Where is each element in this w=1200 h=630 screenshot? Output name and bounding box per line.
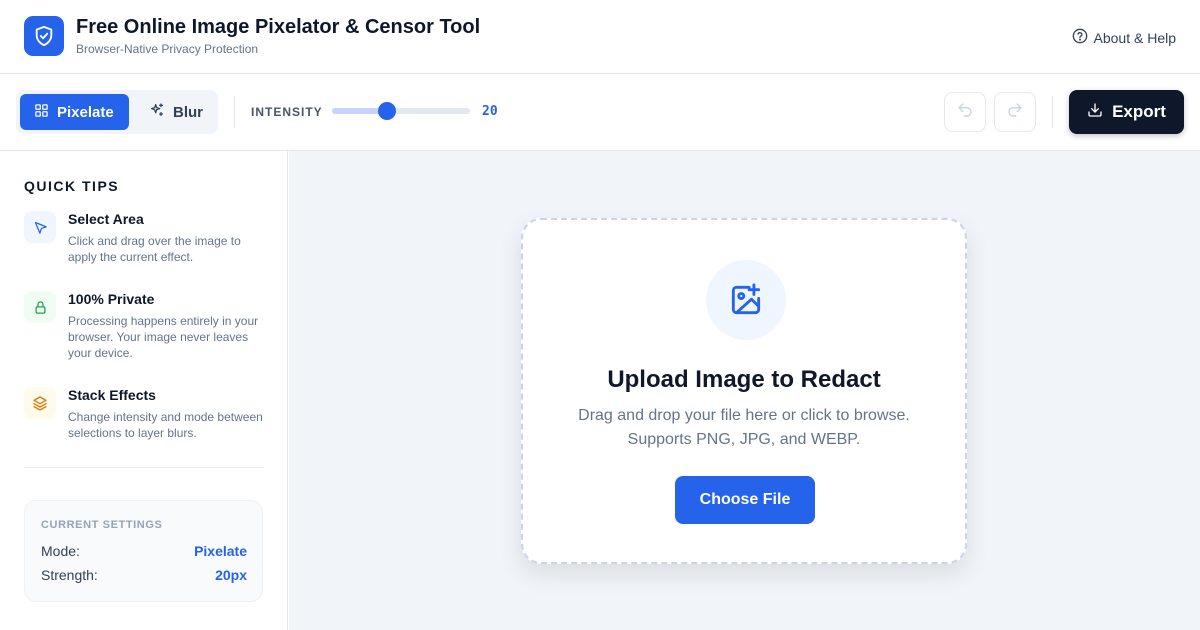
app-title: Free Online Image Pixelator & Censor Too… — [76, 16, 481, 38]
layers-icon — [24, 387, 56, 419]
tip-title: Stack Effects — [68, 387, 156, 403]
grid-icon — [34, 103, 49, 122]
tip-private: 100% Private Processing happens entirely… — [24, 291, 264, 367]
app-header: Free Online Image Pixelator & Censor Too… — [0, 0, 1200, 74]
redo-icon — [1006, 101, 1024, 124]
blur-mode-label: Blur — [173, 103, 203, 121]
export-button[interactable]: Export — [1069, 90, 1184, 134]
tip-body: Change intensity and mode between select… — [68, 410, 263, 440]
tip-title: 100% Private — [68, 291, 155, 307]
settings-strength-value: 20px — [215, 567, 247, 583]
pixelate-mode-button[interactable]: Pixelate — [20, 94, 129, 130]
toolbar-divider — [1052, 96, 1053, 128]
choose-file-button[interactable]: Choose File — [675, 476, 815, 524]
pixelate-mode-label: Pixelate — [57, 103, 114, 121]
current-settings-heading: CURRENT SETTINGS — [41, 519, 163, 531]
shield-logo-icon — [24, 16, 64, 56]
settings-strength-label: Strength: — [41, 567, 98, 583]
main-canvas-area: Upload Image to Redact Drag and drop you… — [289, 151, 1200, 630]
undo-button[interactable] — [944, 92, 986, 132]
sidebar: QUICK TIPS Select Area Click and drag ov… — [0, 151, 288, 630]
tip-body: Click and drag over the image to apply t… — [68, 234, 241, 264]
toolbar-divider — [234, 96, 235, 128]
toolbar: Pixelate Blur INTENSITY 20 Export — [0, 74, 1200, 151]
upload-formats: Supports PNG, JPG, and WEBP. — [627, 431, 861, 448]
tip-body: Processing happens entirely in your brow… — [68, 314, 259, 360]
intensity-value: 20 — [482, 104, 498, 119]
upload-dropzone[interactable]: Upload Image to Redact Drag and drop you… — [521, 218, 967, 564]
about-help-label: About & Help — [1093, 29, 1177, 46]
settings-mode-label: Mode: — [41, 543, 80, 559]
export-label: Export — [1112, 102, 1166, 121]
tip-title: Select Area — [68, 211, 144, 227]
sidebar-divider — [24, 467, 264, 468]
sparkles-icon — [149, 102, 165, 122]
upload-description: Drag and drop your file here or click to… — [578, 407, 910, 424]
about-help-link[interactable]: About & Help — [1072, 28, 1177, 47]
settings-strength-row: Strength: 20px — [41, 567, 247, 583]
intensity-slider[interactable] — [332, 102, 470, 120]
undo-icon — [956, 101, 974, 124]
app-subtitle: Browser-Native Privacy Protection — [76, 42, 259, 56]
intensity-slider-thumb[interactable] — [378, 102, 396, 120]
current-settings-card: CURRENT SETTINGS Mode: Pixelate Strength… — [24, 500, 263, 602]
settings-mode-row: Mode: Pixelate — [41, 543, 247, 559]
settings-mode-value: Pixelate — [194, 543, 247, 559]
redo-button[interactable] — [994, 92, 1036, 132]
lock-icon — [24, 291, 56, 323]
download-icon — [1087, 102, 1103, 123]
quick-tips-heading: QUICK TIPS — [24, 178, 120, 194]
blur-mode-button[interactable]: Blur — [135, 94, 214, 130]
tip-stack-effects: Stack Effects Change intensity and mode … — [24, 387, 264, 447]
intensity-label: INTENSITY — [251, 105, 323, 119]
cursor-icon — [24, 211, 56, 243]
tip-select-area: Select Area Click and drag over the imag… — [24, 211, 264, 271]
help-circle-icon — [1072, 28, 1088, 47]
upload-title: Upload Image to Redact — [607, 366, 881, 393]
image-plus-icon — [706, 260, 786, 340]
mode-toggle-group: Pixelate Blur — [16, 90, 218, 134]
